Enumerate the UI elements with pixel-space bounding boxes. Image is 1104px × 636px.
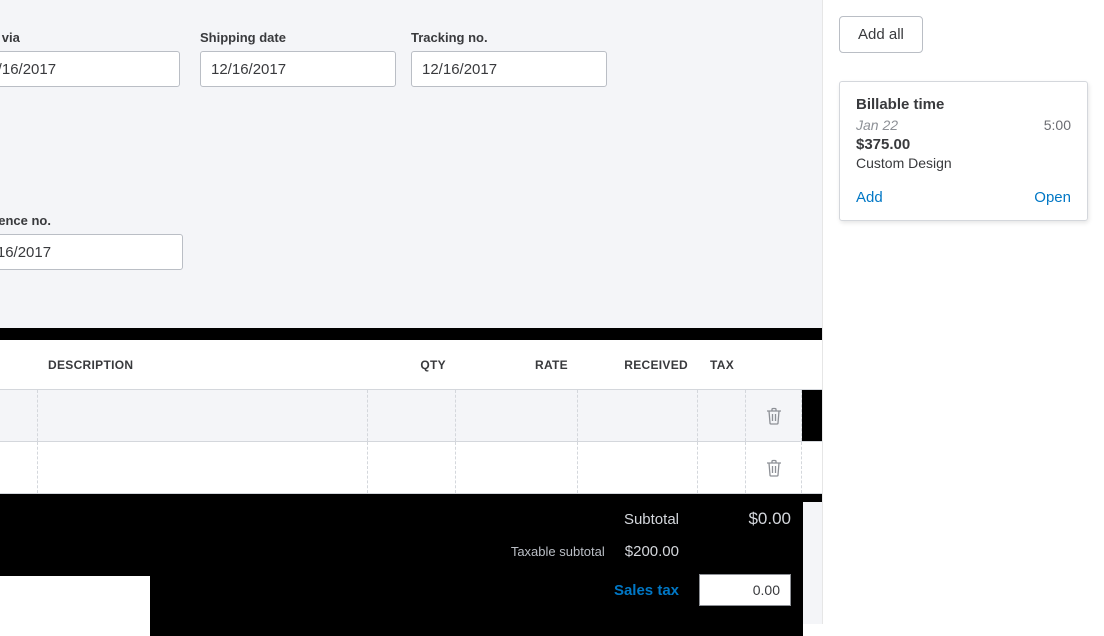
card-add-link[interactable]: Add — [856, 189, 883, 206]
side-panel: Add all Billable time Jan 22 5:00 $375.0… — [822, 0, 1104, 624]
card-date: Jan 22 — [856, 117, 898, 133]
line-items-table: DESCRIPTION QTY RATE RECEIVED TAX — [0, 328, 822, 502]
taxable-subtotal-value: $200.00 — [625, 543, 679, 560]
add-all-button[interactable]: Add all — [839, 16, 923, 53]
sales-tax-link[interactable]: Sales tax — [614, 582, 679, 599]
taxable-subtotal-label: Taxable subtotal — [511, 544, 605, 559]
ship-via-input[interactable] — [0, 51, 180, 87]
reference-no-input[interactable] — [0, 234, 183, 270]
subtotal-label: Subtotal — [624, 511, 679, 528]
trash-icon[interactable] — [762, 456, 786, 480]
tracking-no-input[interactable] — [411, 51, 607, 87]
card-description: Custom Design — [856, 155, 1071, 171]
billable-time-card: Billable time Jan 22 5:00 $375.00 Custom… — [839, 81, 1088, 221]
th-received: RECEIVED — [578, 358, 698, 372]
trash-icon[interactable] — [762, 404, 786, 428]
ship-via-label: Ship via — [0, 30, 180, 45]
th-description: DESCRIPTION — [38, 358, 368, 372]
table-row[interactable] — [0, 390, 822, 442]
card-amount: $375.00 — [856, 136, 1071, 153]
tracking-no-label: Tracking no. — [411, 30, 607, 45]
reference-no-label: Reference no. — [0, 213, 183, 228]
card-open-link[interactable]: Open — [1034, 189, 1071, 206]
table-header-row: DESCRIPTION QTY RATE RECEIVED TAX — [0, 340, 822, 390]
card-hours: 5:00 — [1044, 117, 1071, 133]
th-qty: QTY — [368, 358, 456, 372]
th-rate: RATE — [456, 358, 578, 372]
th-tax: TAX — [698, 358, 746, 372]
table-row[interactable] — [0, 442, 822, 494]
card-title: Billable time — [856, 96, 1071, 113]
subtotal-value: $0.00 — [699, 509, 791, 529]
sales-tax-input[interactable] — [699, 574, 791, 606]
shipping-date-label: Shipping date — [200, 30, 396, 45]
shipping-date-input[interactable] — [200, 51, 396, 87]
